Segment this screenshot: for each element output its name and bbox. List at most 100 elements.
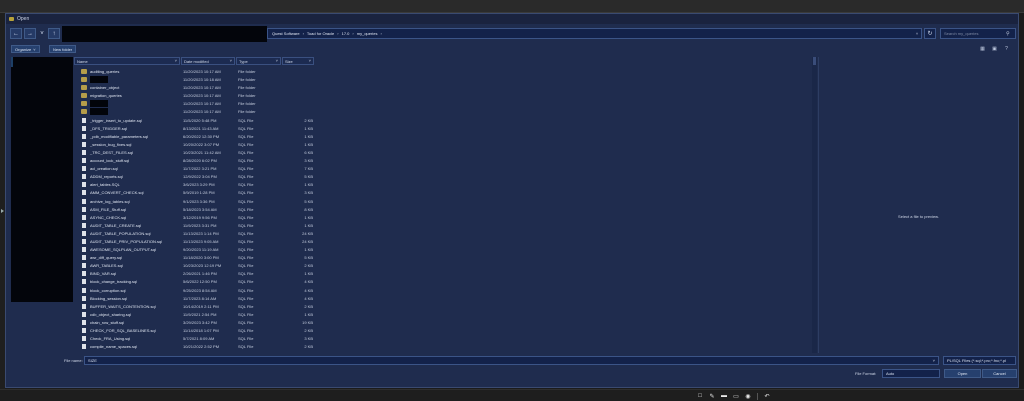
help-icon[interactable]: ? bbox=[1003, 45, 1010, 52]
chevron-right-icon[interactable]: › bbox=[352, 31, 353, 36]
file-row[interactable]: 11/20/2023 10:18 AM File folder bbox=[74, 76, 374, 84]
address-dropdown-icon[interactable]: ˅ bbox=[913, 30, 921, 38]
back-arrow-icon[interactable]: ← bbox=[10, 28, 22, 39]
file-row[interactable]: alert_tables.SQL 3/6/2023 3:29 PM SQL File… bbox=[74, 181, 374, 189]
cancel-button[interactable]: Cancel bbox=[982, 369, 1017, 378]
chevron-down-icon[interactable]: ˅ bbox=[175, 58, 177, 63]
file-row[interactable]: _DFS_TRIGGER.sql 8/13/2021 11:43 AM SQL Fi… bbox=[74, 125, 374, 133]
column-header-size[interactable]: Size ˅ bbox=[282, 57, 314, 65]
new-folder-button[interactable]: New folder bbox=[49, 45, 77, 53]
chevron-right-icon[interactable]: › bbox=[303, 31, 304, 36]
file-name-row: File name: SIZE ˅ PL/SQL Files (*.sql;*.… bbox=[6, 355, 1018, 367]
file-row[interactable]: ASM_FILE_Stuff.sql 5/18/2023 3:54 AM SQL F… bbox=[74, 206, 374, 214]
chevron-down-icon[interactable]: ˅ bbox=[933, 358, 935, 363]
file-row[interactable]: container_object 11/20/2023 10:17 AM File … bbox=[74, 84, 374, 92]
taskbar-tools: □ ✎ ▬ ▭ ◉ ↶ bbox=[697, 391, 770, 401]
chevron-right-icon[interactable]: › bbox=[380, 31, 381, 36]
file-row[interactable]: migration_queries 11/20/2023 10:17 AM File… bbox=[74, 92, 374, 100]
address-bar[interactable]: Quest Software › Toad for Oracle › 17.0 … bbox=[267, 28, 922, 39]
file-row[interactable]: 11/20/2023 10:17 AM File folder bbox=[74, 100, 374, 108]
highlighter-icon[interactable]: ▬ bbox=[721, 393, 727, 400]
file-row[interactable]: 11/20/2023 10:17 AM File folder bbox=[74, 108, 374, 116]
chevron-right-icon[interactable]: › bbox=[337, 31, 338, 36]
file-name-cell: _pdb_modifiable_parameters.sql bbox=[90, 133, 149, 139]
pencil-icon[interactable]: ✎ bbox=[709, 393, 715, 400]
vertical-scrollbar[interactable] bbox=[812, 57, 817, 353]
file-row[interactable]: _pdb_modifiable_parameters.sql 6/20/2022 … bbox=[74, 133, 374, 141]
file-size-cell: 3 KB bbox=[304, 190, 313, 196]
file-date-cell: 11/14/2018 1:07 PM bbox=[183, 328, 219, 333]
column-header-type[interactable]: Type ˅ bbox=[236, 57, 281, 65]
file-row[interactable]: auditing_queries 11/20/2023 10:17 AM File … bbox=[74, 68, 374, 76]
file-row[interactable]: block_change_tracking.sql 5/6/2022 12:50 … bbox=[74, 278, 374, 286]
column-header-name[interactable]: Name ˅ bbox=[74, 57, 180, 65]
open-button[interactable]: Open bbox=[944, 369, 981, 378]
organize-button[interactable]: Organize ˅ bbox=[11, 45, 40, 53]
search-input[interactable]: Search my_queries bbox=[944, 31, 1006, 36]
undo-icon[interactable]: ↶ bbox=[764, 393, 770, 400]
file-type-filter[interactable]: PL/SQL Files (*.sql;*.prc;*.fnc;*.pl bbox=[943, 356, 1016, 365]
file-list[interactable]: Name ˅ Date modified ˅ Type ˅ Size ˅ aud… bbox=[74, 57, 814, 353]
expand-arrow-icon[interactable] bbox=[1, 209, 4, 213]
up-arrow-icon[interactable]: ↑ bbox=[48, 28, 60, 39]
file-row[interactable]: AUDIT_TABLE_POPULATION.sql 11/13/2023 1:1… bbox=[74, 230, 374, 238]
file-row[interactable]: AWR_TABLES.sql 10/23/2023 12:19 PM SQL Fil… bbox=[74, 262, 374, 270]
folder-icon bbox=[81, 85, 87, 91]
forward-arrow-icon[interactable]: → bbox=[24, 28, 36, 39]
file-row[interactable]: _TRC_DEST_FILES.sql 10/23/2021 11:42 AM SQ… bbox=[74, 149, 374, 157]
file-size-cell: 7 KB bbox=[304, 166, 313, 172]
scrollbar-thumb[interactable] bbox=[813, 57, 816, 65]
file-row[interactable]: BUFFER_WAITS_CONTENTION.sql 10/14/2019 2:… bbox=[74, 303, 374, 311]
file-row[interactable]: account_lock_stuff.sql 8/28/2020 6:02 PM S… bbox=[74, 157, 374, 165]
breadcrumb-item[interactable]: 17.0 bbox=[342, 31, 350, 36]
file-name-input[interactable]: SIZE ˅ bbox=[84, 356, 939, 365]
file-row[interactable]: _session_bug_fixes.sql 10/20/2022 3:07 PM… bbox=[74, 141, 374, 149]
file-row[interactable]: Check_FRA_Using.sql 5/7/2021 8:09 AM SQL F… bbox=[74, 335, 374, 343]
column-header-date[interactable]: Date modified ˅ bbox=[181, 57, 235, 65]
eraser-icon[interactable]: ▭ bbox=[733, 393, 739, 400]
file-name-value: SIZE bbox=[88, 358, 97, 363]
chevron-down-icon[interactable]: ˅ bbox=[309, 58, 311, 63]
file-row[interactable]: AUDIT_TABLE_CREATE.sql 11/9/2023 3:31 PM S… bbox=[74, 222, 374, 230]
navigation-pane[interactable] bbox=[11, 57, 73, 302]
file-row[interactable]: awr_diff_query.sql 11/18/2020 3:00 PM SQL … bbox=[74, 254, 374, 262]
file-row[interactable]: _trigger_insert_to_update.sql 11/5/2020 5… bbox=[74, 117, 374, 125]
file-row[interactable]: Blocking_session.sql 11/7/2023 8:14 AM SQL… bbox=[74, 295, 374, 303]
file-row[interactable]: CHECK_FOR_SQL_BASELINES.sql 11/14/2018 1:… bbox=[74, 327, 374, 335]
file-row[interactable]: acl_creation.sql 11/7/2022 3:21 PM SQL Fil… bbox=[74, 165, 374, 173]
file-row[interactable]: ASYNC_CHECK.sql 3/12/2019 9:56 PM SQL File… bbox=[74, 214, 374, 222]
file-format-select[interactable]: Auto bbox=[882, 369, 940, 378]
file-row[interactable]: cdb_object_sharing.sql 11/9/2021 2:54 PM S… bbox=[74, 311, 374, 319]
file-size-cell: 1 KB bbox=[304, 311, 313, 317]
file-row[interactable]: AMM_CONVERT_CHECK.sql 5/9/2019 1:28 PM SQL… bbox=[74, 189, 374, 197]
folder-icon bbox=[81, 93, 87, 99]
file-icon bbox=[82, 287, 86, 293]
file-row[interactable]: compile_name_spaces.sql 10/21/2022 2:52 P… bbox=[74, 343, 374, 351]
breadcrumb-item[interactable]: Toad for Oracle bbox=[307, 31, 334, 36]
search-icon[interactable]: ⚲ bbox=[1006, 31, 1015, 37]
file-row[interactable]: chain_row_stuff.sql 3/29/2023 3:42 PM SQL … bbox=[74, 319, 374, 327]
file-row[interactable]: AWESOME_SQLPLAN_OUTPUT.sql 9/20/2023 11:1… bbox=[74, 246, 374, 254]
view-options-icon[interactable]: ▦ bbox=[979, 45, 986, 52]
file-row[interactable]: archive_log_tables.sql 9/1/2023 3:36 PM SQ… bbox=[74, 198, 374, 206]
file-row[interactable]: AUDIT_TABLE_PRIV_POPULATION.sql 11/13/202… bbox=[74, 238, 374, 246]
breadcrumb-item[interactable]: my_queries bbox=[357, 31, 378, 36]
file-date-cell: 11/20/2023 10:17 AM bbox=[183, 109, 221, 115]
preview-pane-icon[interactable]: ▣ bbox=[991, 45, 998, 52]
preview-message: Select a file to preview. bbox=[898, 214, 939, 219]
comment-icon[interactable]: □ bbox=[697, 393, 703, 400]
file-row[interactable]: ADDM_reports.sql 12/9/2022 3:04 PM SQL Fil… bbox=[74, 173, 374, 181]
file-type-cell: SQL File bbox=[238, 279, 254, 285]
file-icon bbox=[82, 319, 86, 325]
file-icon bbox=[82, 271, 86, 277]
file-format-value: Auto bbox=[886, 371, 895, 376]
chevron-down-icon[interactable]: ˅ bbox=[38, 28, 46, 39]
file-row[interactable]: block_corruption.sql 9/25/2023 8:54 AM SQL… bbox=[74, 287, 374, 295]
chevron-down-icon[interactable]: ˅ bbox=[230, 58, 232, 63]
file-row[interactable]: BIND_VAR.sql 2/26/2021 1:46 PM SQL File 1 K… bbox=[74, 270, 374, 278]
camera-icon[interactable]: ◉ bbox=[745, 393, 751, 400]
refresh-icon[interactable]: ↻ bbox=[924, 28, 936, 39]
breadcrumb-item[interactable]: Quest Software bbox=[272, 31, 300, 36]
search-box[interactable]: Search my_queries ⚲ bbox=[940, 28, 1016, 39]
chevron-down-icon[interactable]: ˅ bbox=[276, 58, 278, 63]
